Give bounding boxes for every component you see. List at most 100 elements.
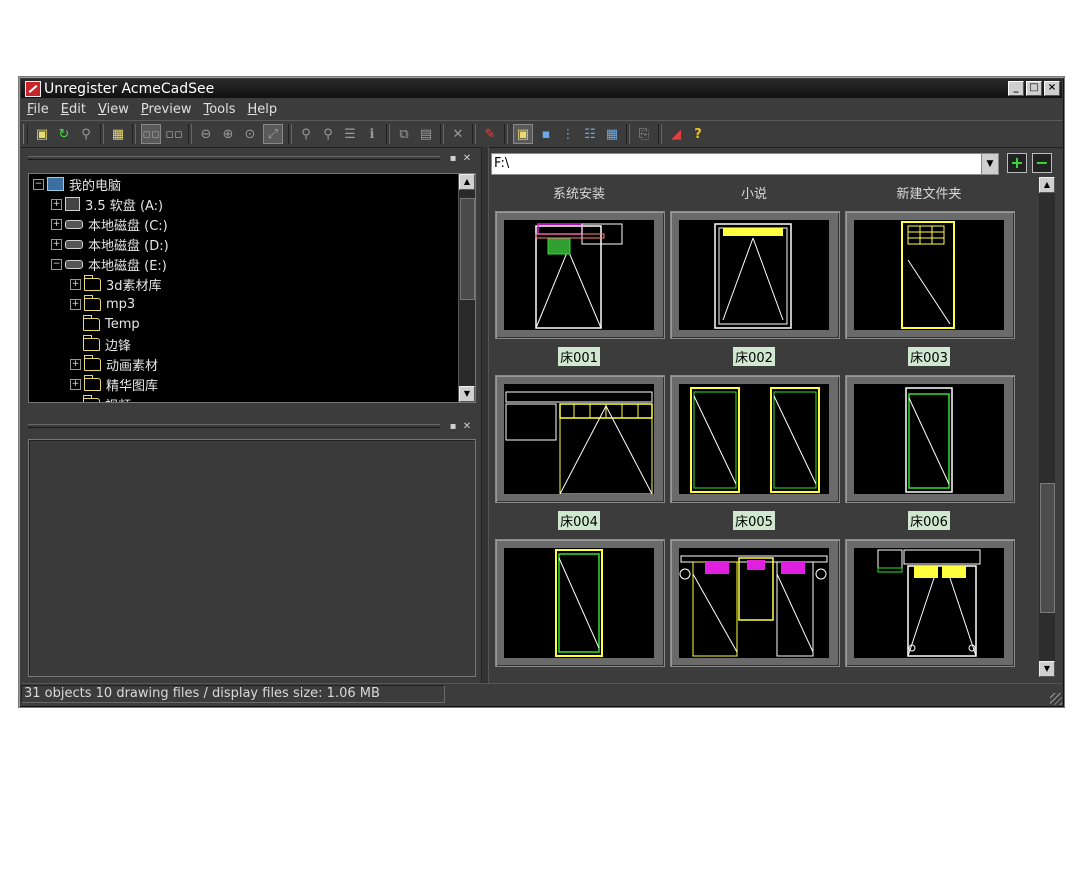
thumbnails-view-2-icon[interactable]: ▫▫ (165, 125, 183, 143)
tree-item-folder[interactable]: Temp (70, 314, 140, 334)
drawing-thumbnail[interactable] (670, 539, 840, 667)
small-icons-icon[interactable]: ▪ (537, 125, 555, 143)
file-label[interactable]: 床002 (670, 346, 838, 366)
tree-item-folder[interactable]: 边锋 (70, 334, 131, 354)
find-icon[interactable]: ⚲ (77, 125, 95, 143)
pin-icon[interactable]: ▪ (446, 153, 460, 164)
properties-icon[interactable]: ▦ (109, 125, 127, 143)
menu-edit[interactable]: Edit (55, 102, 92, 117)
options-icon[interactable]: ✎ (481, 125, 499, 143)
tree-item-drive-e[interactable]: − 本地磁盘 (E:) (51, 254, 167, 274)
folder-label[interactable]: 新建文件夹 (845, 183, 1013, 202)
scroll-up-icon[interactable]: ▲ (459, 174, 475, 190)
tree-item-drive-d[interactable]: + 本地磁盘 (D:) (51, 234, 169, 254)
menu-tools[interactable]: Tools (197, 102, 241, 117)
menu-file[interactable]: File (21, 102, 55, 117)
folder-label[interactable]: 系统安装 (495, 183, 663, 202)
window-title: Unregister AcmeCadSee (44, 80, 215, 97)
file-label[interactable]: 床006 (845, 510, 1013, 530)
folder-label[interactable]: 小说 (670, 183, 838, 202)
convert-icon[interactable]: ⎘ (635, 125, 653, 143)
file-label[interactable]: 床003 (845, 346, 1013, 366)
delete-icon[interactable]: ✕ (449, 125, 467, 143)
refresh-icon[interactable]: ↻ (55, 125, 73, 143)
zoom-out-icon[interactable]: ⊖ (197, 125, 215, 143)
tree-item-folder[interactable]: + 3d素材库 (70, 274, 162, 294)
zoom-realtime-icon[interactable]: ⚲ (297, 125, 315, 143)
zoom-in-button[interactable]: + (1007, 153, 1027, 173)
menu-view[interactable]: View (92, 102, 135, 117)
collapse-icon[interactable]: − (33, 178, 44, 190)
resize-grip[interactable] (1050, 693, 1062, 705)
drawing-thumbnail[interactable] (495, 375, 665, 503)
tree-item-folder[interactable]: 视频 (70, 394, 131, 402)
expand-icon[interactable]: + (70, 278, 81, 290)
tree-item-drive-c[interactable]: + 本地磁盘 (C:) (51, 214, 168, 234)
menu-help[interactable]: Help (241, 102, 283, 117)
info-icon[interactable]: ℹ (363, 125, 381, 143)
large-icons-icon[interactable]: ▣ (513, 124, 533, 144)
thumbnail-area[interactable]: 系统安装 小说 新建文件夹 床001 床002 床003 床004 床005 床… (491, 177, 1039, 677)
drawing-thumbnail[interactable] (495, 539, 665, 667)
expand-icon[interactable]: + (70, 358, 81, 370)
layers-icon[interactable]: ☰ (341, 125, 359, 143)
zoom-out-button[interactable]: − (1032, 153, 1052, 173)
pin-icon[interactable]: ▪ (446, 421, 460, 432)
maximize-button[interactable]: □ (1026, 81, 1042, 96)
app-window: Unregister AcmeCadSee _ □ × File Edit Vi… (18, 76, 1065, 708)
scroll-down-icon[interactable]: ▼ (459, 386, 475, 402)
close-button[interactable]: × (1044, 81, 1060, 96)
file-label[interactable]: 床004 (495, 510, 663, 530)
thumbnails-view-icon[interactable]: ▫▫ (141, 124, 161, 144)
expand-icon[interactable]: + (51, 218, 62, 230)
drawing-thumbnail[interactable] (670, 375, 840, 503)
zoom-extents-icon[interactable]: ⤢ (263, 124, 283, 144)
minimize-button[interactable]: _ (1008, 81, 1024, 96)
up-folder-icon[interactable]: ▣ (33, 125, 51, 143)
list-icon[interactable]: ⋮ (559, 125, 577, 143)
menu-preview[interactable]: Preview (135, 102, 198, 117)
scroll-thumb[interactable] (460, 198, 475, 300)
paste-icon[interactable]: ▤ (417, 125, 435, 143)
scroll-thumb[interactable] (1040, 483, 1055, 613)
drawing-thumbnail[interactable] (670, 211, 840, 339)
pane-splitter[interactable] (481, 147, 489, 683)
acme-icon[interactable]: ◢ (667, 125, 685, 143)
folder-tree[interactable]: − 我的电脑 + 3.5 软盘 (A:) + 本地磁盘 (C:) + 本地磁盘 … (28, 173, 476, 403)
close-pane-icon[interactable]: ✕ (460, 421, 474, 432)
zoom-window-icon[interactable]: ⊙ (241, 125, 259, 143)
tree-item-folder[interactable]: + 动画素材 (70, 354, 158, 374)
help-icon[interactable]: ? (689, 125, 707, 143)
tree-item-drive-a[interactable]: + 3.5 软盘 (A:) (51, 194, 163, 214)
thumbnail-scrollbar[interactable]: ▲ ▼ (1039, 177, 1055, 677)
tree-item-my-computer[interactable]: − 我的电脑 (33, 174, 121, 194)
collapse-icon[interactable]: − (51, 258, 62, 270)
copy-icon[interactable]: ⧉ (395, 125, 413, 143)
close-pane-icon[interactable]: ✕ (460, 153, 474, 164)
tree-scrollbar[interactable]: ▲ ▼ (458, 174, 475, 402)
zoom-in-icon[interactable]: ⊕ (219, 125, 237, 143)
zoom-prev-icon[interactable]: ⚲ (319, 125, 337, 143)
details-icon[interactable]: ☷ (581, 125, 599, 143)
expand-icon[interactable]: + (51, 238, 62, 250)
title-bar[interactable]: Unregister AcmeCadSee _ □ × (21, 79, 1062, 98)
file-label[interactable]: 床001 (495, 346, 663, 366)
toolbar-grip[interactable] (23, 124, 28, 144)
tree-item-folder[interactable]: + 精华图库 (70, 374, 158, 394)
drawing-thumbnail[interactable] (495, 211, 665, 339)
folder-icon (84, 354, 101, 371)
grid-icon[interactable]: ▦ (603, 125, 621, 143)
tree-item-folder[interactable]: + mp3 (70, 294, 135, 314)
expand-icon[interactable]: + (70, 378, 81, 390)
scroll-up-icon[interactable]: ▲ (1039, 177, 1055, 193)
app-icon[interactable] (25, 80, 41, 97)
expand-icon[interactable]: + (51, 198, 62, 210)
scroll-down-icon[interactable]: ▼ (1039, 661, 1055, 677)
expand-icon[interactable]: + (70, 298, 81, 310)
drawing-thumbnail[interactable] (845, 375, 1015, 503)
drawing-thumbnail[interactable] (845, 211, 1015, 339)
chevron-down-icon[interactable]: ▼ (981, 154, 998, 174)
drawing-thumbnail[interactable] (845, 539, 1015, 667)
file-label[interactable]: 床005 (670, 510, 838, 530)
path-combobox[interactable]: F:\ ▼ (491, 153, 999, 175)
